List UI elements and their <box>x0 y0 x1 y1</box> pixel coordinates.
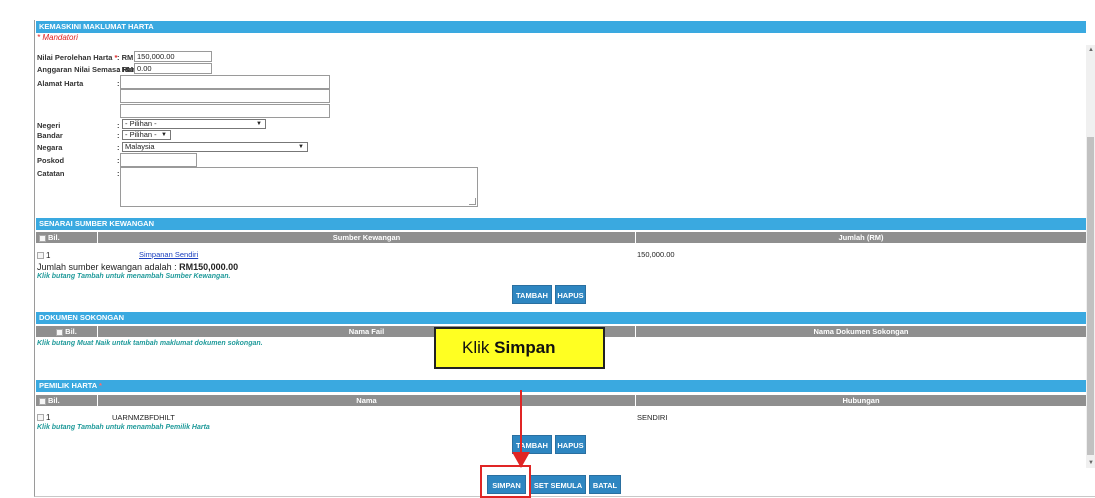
anggaran-nilai-input[interactable]: 0.00 <box>134 63 212 74</box>
scroll-down-icon[interactable]: ▼ <box>1088 460 1094 466</box>
sumber-tambah-button[interactable]: TAMBAH <box>512 285 552 304</box>
nilai-perolehan-currency: : RM <box>117 53 134 62</box>
col-jumlah: Jumlah (RM) <box>838 233 884 242</box>
negeri-colon: : <box>117 121 120 130</box>
simpan-highlight-box <box>480 465 531 498</box>
bandar-label: Bandar <box>37 131 63 140</box>
section-header-sumber: SENARAI SUMBER KEWANGAN <box>36 218 1086 230</box>
sumber-row-jumlah: 150,000.00 <box>637 250 675 259</box>
scrollbar-thumb[interactable] <box>1087 137 1094 455</box>
negara-label: Negara <box>37 143 63 152</box>
negara-colon: : <box>117 143 120 152</box>
negeri-select[interactable]: - Pilihan - ▼ <box>122 119 266 129</box>
col-bil: Bil. <box>36 326 98 337</box>
pemilik-tambah-button[interactable]: TAMBAH <box>512 435 552 454</box>
alamat-line1-input[interactable] <box>120 75 330 89</box>
col-bil: Bil. <box>36 395 98 406</box>
sumber-row-bil: 1 <box>37 251 50 260</box>
sumber-hapus-button[interactable]: HAPUS <box>555 285 586 304</box>
sumber-table-header: Bil. Sumber Kewangan Jumlah (RM) <box>36 232 1086 243</box>
dokumen-hint: Klik butang Muat Naik untuk tambah maklu… <box>37 340 263 347</box>
pemilik-hint: Klik butang Tambah untuk menambah Pemili… <box>37 424 210 431</box>
col-hubungan: Hubungan <box>842 396 880 405</box>
sumber-row-link[interactable]: Simpanan Sendiri <box>139 250 198 259</box>
scroll-up-icon[interactable]: ▲ <box>1088 47 1094 53</box>
sumber-hint: Klik butang Tambah untuk menambah Sumber… <box>37 273 231 280</box>
checkbox-icon[interactable] <box>37 252 44 260</box>
catatan-label: Catatan <box>37 169 65 178</box>
pemilik-hapus-button[interactable]: HAPUS <box>555 435 586 454</box>
checkbox-icon[interactable] <box>39 234 46 242</box>
checkbox-icon[interactable] <box>37 414 44 422</box>
instruction-callout: Klik Simpan <box>434 327 605 369</box>
alamat-line3-input[interactable] <box>120 104 330 118</box>
catatan-textarea[interactable] <box>120 167 478 207</box>
col-bil: Bil. <box>36 232 98 243</box>
poskod-label: Poskod <box>37 156 65 165</box>
poskod-input[interactable] <box>120 153 197 167</box>
resize-grip-icon[interactable] <box>469 198 476 205</box>
section-header-pemilik: PEMILIK HARTA * <box>36 380 1086 392</box>
checkbox-icon[interactable] <box>39 397 46 405</box>
bandar-select[interactable]: - Pilihan - ▼ <box>122 130 171 140</box>
col-sumber-kewangan: Sumber Kewangan <box>98 232 636 243</box>
batal-button[interactable]: BATAL <box>589 475 621 494</box>
col-nama: Nama <box>98 395 636 406</box>
dropdown-arrow-icon: ▼ <box>298 144 304 150</box>
sumber-total: Jumlah sumber kewangan adalah : RM150,00… <box>37 262 239 272</box>
mandatory-note: * Mandatori <box>37 33 78 42</box>
alamat-line2-input[interactable] <box>120 89 330 103</box>
section-header-kemaskini: KEMASKINI MAKLUMAT HARTA <box>36 21 1086 33</box>
alamat-harta-label: Alamat Harta <box>37 79 84 88</box>
pemilik-row-bil: 1 <box>37 413 50 422</box>
dropdown-arrow-icon: ▼ <box>256 121 262 127</box>
nilai-perolehan-label: Nilai Perolehan Harta * <box>37 53 118 62</box>
checkbox-icon[interactable] <box>56 328 64 336</box>
pemilik-row-nama: UARNMZBFDHILT <box>112 413 175 422</box>
bandar-colon: : <box>117 131 120 140</box>
set-semula-button[interactable]: SET SEMULA <box>530 475 586 494</box>
section-header-dokumen: DOKUMEN SOKONGAN <box>36 312 1086 324</box>
col-nama-dokumen: Nama Dokumen Sokongan <box>813 327 909 336</box>
vertical-scrollbar[interactable]: ▲ ▼ <box>1086 45 1095 468</box>
dropdown-arrow-icon: ▼ <box>161 132 167 138</box>
nilai-perolehan-input[interactable]: 150,000.00 <box>134 51 212 62</box>
anggaran-currency: : RM <box>117 65 134 74</box>
negeri-label: Negeri <box>37 121 61 130</box>
pemilik-row-hubungan: SENDIRI <box>637 413 668 422</box>
pemilik-table-header: Bil. Nama Hubungan <box>36 395 1086 406</box>
negara-select[interactable]: Malaysia ▼ <box>122 142 308 152</box>
